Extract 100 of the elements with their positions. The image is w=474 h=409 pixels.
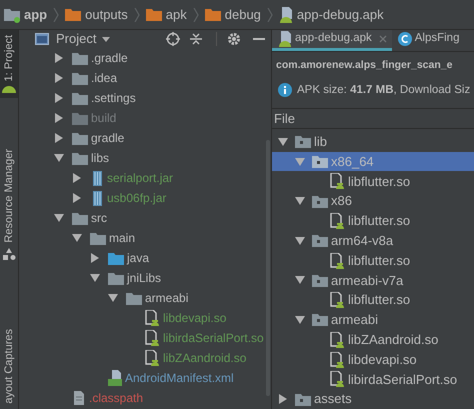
tree-item-label[interactable]: arm64-v8a bbox=[331, 230, 394, 250]
collapsed-arrow-icon[interactable] bbox=[54, 53, 64, 63]
info-icon bbox=[278, 83, 292, 98]
library-file-icon bbox=[144, 310, 160, 326]
chevron-icon bbox=[134, 8, 140, 22]
tree-item-label[interactable]: libdevapi.so bbox=[163, 309, 226, 327]
library-file-icon bbox=[329, 352, 345, 368]
folder-icon bbox=[72, 152, 88, 164]
folder-icon bbox=[72, 72, 88, 84]
folder-icon bbox=[295, 392, 311, 406]
settings-icon[interactable] bbox=[227, 32, 241, 46]
tree-item-label[interactable]: main bbox=[109, 229, 136, 247]
expanded-arrow-icon[interactable] bbox=[295, 236, 305, 246]
tree-item-label[interactable]: .idea bbox=[91, 69, 118, 87]
folder-icon bbox=[72, 212, 88, 224]
expanded-arrow-icon[interactable] bbox=[278, 136, 288, 147]
apk-file-icon bbox=[278, 31, 292, 47]
breadcrumb-item[interactable]: outputs bbox=[65, 4, 128, 24]
tree-item-label[interactable]: armeabi bbox=[145, 289, 188, 307]
folder-icon bbox=[204, 8, 221, 21]
tree-item-label[interactable]: libflutter.so bbox=[348, 250, 410, 270]
library-file-icon bbox=[144, 350, 160, 366]
folder-icon bbox=[312, 155, 328, 168]
side-tab[interactable]: Resource Manager bbox=[0, 149, 18, 244]
folder-icon bbox=[72, 112, 88, 124]
editor-tab[interactable]: AlpsFing bbox=[392, 30, 464, 51]
folder-icon bbox=[312, 274, 328, 287]
library-file-icon bbox=[329, 252, 345, 269]
tree-item-label[interactable]: usb06fp.jar bbox=[107, 189, 166, 207]
breadcrumb-item[interactable]: debug bbox=[204, 4, 261, 24]
tree-item-label[interactable]: lib bbox=[314, 132, 328, 152]
library-file-icon bbox=[329, 371, 345, 388]
tree-item-label[interactable]: libZAandroid.so bbox=[163, 349, 246, 367]
tree-item-label[interactable]: .settings bbox=[91, 89, 136, 107]
project-view-dropdown[interactable]: Project bbox=[56, 29, 110, 49]
expanded-arrow-icon[interactable] bbox=[72, 233, 82, 243]
folder-icon bbox=[90, 232, 106, 244]
tree-item-label[interactable]: x86 bbox=[331, 191, 352, 211]
folder-icon bbox=[108, 252, 124, 264]
chevron-icon bbox=[192, 8, 199, 22]
file-icon bbox=[72, 391, 86, 405]
collapsed-arrow-icon[interactable] bbox=[72, 173, 82, 183]
module-folder-icon bbox=[4, 6, 20, 22]
shapes-icon bbox=[2, 248, 16, 262]
collapsed-arrow-icon[interactable] bbox=[278, 394, 288, 404]
expanded-arrow-icon[interactable] bbox=[295, 314, 305, 325]
collapsed-arrow-icon[interactable] bbox=[54, 113, 64, 123]
tree-item-label[interactable]: libZAandroid.so bbox=[348, 330, 438, 350]
tree-item-label[interactable]: armeabi-v7a bbox=[331, 270, 404, 290]
tree-item-label[interactable]: libflutter.so bbox=[348, 172, 410, 192]
chevron-icon bbox=[266, 8, 273, 22]
expanded-arrow-icon[interactable] bbox=[90, 273, 100, 283]
tree-item-label[interactable]: .gradle bbox=[91, 49, 128, 67]
breadcrumb-item[interactable]: app bbox=[4, 4, 48, 24]
collapse-icon[interactable] bbox=[190, 32, 202, 46]
expanded-arrow-icon[interactable] bbox=[54, 213, 64, 223]
manifest-file-icon bbox=[108, 370, 122, 386]
archive-icon bbox=[90, 190, 104, 206]
tree-item-label[interactable]: libirdaSerialPort.so bbox=[348, 370, 458, 390]
folder-icon bbox=[126, 292, 142, 304]
collapsed-arrow-icon[interactable] bbox=[54, 93, 64, 103]
window-icon bbox=[35, 33, 49, 45]
editor-tab[interactable]: app-debug.apk bbox=[272, 30, 392, 51]
breadcrumb-item[interactable]: app-debug.apk bbox=[278, 4, 384, 24]
tree-item-label[interactable]: libdevapi.so bbox=[348, 350, 417, 370]
expanded-arrow-icon[interactable] bbox=[108, 293, 118, 303]
chevron-icon bbox=[53, 8, 60, 22]
tree-item-label[interactable]: armeabi bbox=[331, 310, 378, 330]
side-tab[interactable]: ayout Captures bbox=[0, 329, 18, 404]
collapsed-arrow-icon[interactable] bbox=[54, 73, 64, 83]
column-header: File bbox=[272, 108, 474, 129]
tree-item-label[interactable]: libirdaSerialPort.so bbox=[163, 329, 264, 347]
tree-item-label[interactable]: java bbox=[127, 249, 150, 267]
tree-item-label[interactable]: libflutter.so bbox=[348, 290, 410, 310]
library-file-icon bbox=[144, 330, 160, 346]
library-file-icon bbox=[329, 292, 345, 308]
tree-item-label[interactable]: jniLibs bbox=[127, 269, 162, 287]
collapsed-arrow-icon[interactable] bbox=[90, 253, 100, 263]
breadcrumb-item[interactable]: apk bbox=[146, 4, 187, 24]
apk-file-icon bbox=[278, 6, 293, 22]
folder-icon bbox=[72, 132, 88, 144]
tree-item-label[interactable]: libflutter.so bbox=[348, 211, 410, 231]
collapsed-arrow-icon[interactable] bbox=[54, 133, 64, 143]
folder-icon bbox=[65, 8, 82, 21]
folder-icon bbox=[72, 92, 88, 104]
collapsed-arrow-icon[interactable] bbox=[72, 193, 82, 203]
tree-item-label[interactable]: serialport.jar bbox=[107, 169, 174, 187]
tree-item-label[interactable]: AndroidManifest.xml bbox=[125, 369, 234, 387]
folder-icon bbox=[72, 52, 88, 64]
tree-item-label[interactable]: assets bbox=[314, 389, 352, 409]
class-icon bbox=[398, 32, 412, 46]
tree-item-label[interactable]: src bbox=[91, 209, 107, 227]
tree-item-label[interactable]: libs bbox=[91, 149, 110, 167]
tree-item-label[interactable]: gradle bbox=[91, 129, 124, 147]
library-file-icon bbox=[329, 212, 345, 229]
expanded-arrow-icon[interactable] bbox=[54, 153, 64, 163]
folder-icon bbox=[312, 234, 328, 248]
expanded-arrow-icon[interactable] bbox=[295, 196, 305, 206]
expanded-arrow-icon[interactable] bbox=[295, 275, 305, 286]
locate-icon[interactable] bbox=[166, 32, 180, 46]
